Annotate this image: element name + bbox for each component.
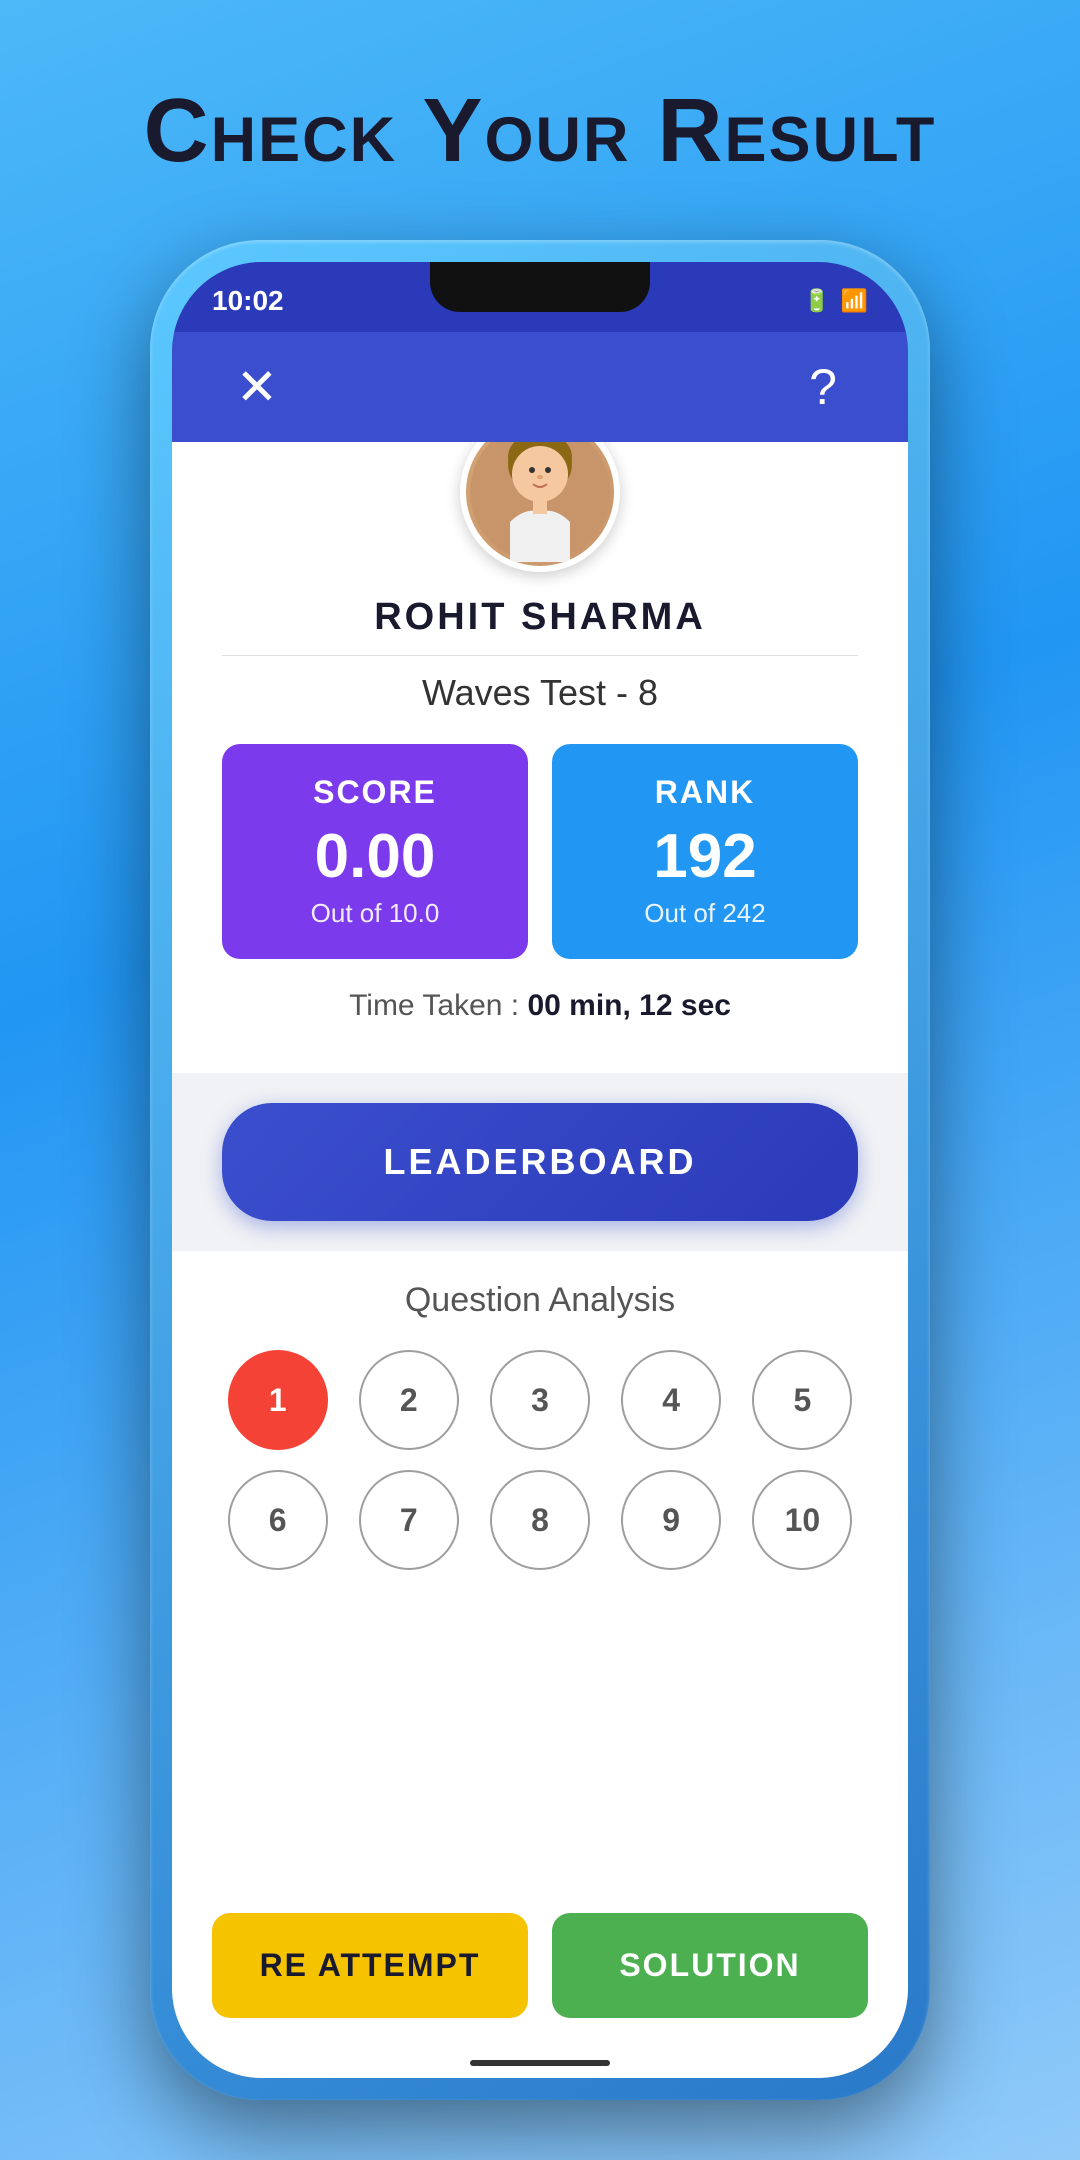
wifi-icon: 📶 bbox=[841, 288, 868, 314]
analysis-title: Question Analysis bbox=[222, 1281, 858, 1320]
score-label: SCORE bbox=[313, 774, 437, 811]
question-bubble-4[interactable]: 4 bbox=[621, 1350, 721, 1450]
question-bubble-10[interactable]: 10 bbox=[752, 1470, 852, 1570]
phone-inner: 10:02 🔋 📶 ✕ ? bbox=[172, 262, 908, 2078]
avatar bbox=[460, 442, 620, 572]
stats-row: SCORE 0.00 Out of 10.0 RANK 192 Out of 2… bbox=[222, 744, 858, 959]
rank-sub: Out of 242 bbox=[644, 898, 765, 929]
status-icons: 🔋 📶 bbox=[803, 288, 868, 314]
question-bubble-7[interactable]: 7 bbox=[359, 1470, 459, 1570]
phone-mockup: 10:02 🔋 📶 ✕ ? bbox=[150, 240, 930, 2100]
score-value: 0.00 bbox=[315, 821, 436, 892]
user-name: ROHIT SHARMA bbox=[222, 596, 858, 639]
phone-notch bbox=[430, 262, 650, 312]
question-bubble-2[interactable]: 2 bbox=[359, 1350, 459, 1450]
question-bubble-5[interactable]: 5 bbox=[752, 1350, 852, 1450]
solution-button[interactable]: SOLUTION bbox=[552, 1913, 868, 2018]
home-bar bbox=[172, 2048, 908, 2078]
divider bbox=[222, 655, 858, 656]
scroll-content: ROHIT SHARMA Waves Test - 8 SCORE 0.00 O… bbox=[172, 442, 908, 2078]
leaderboard-section: LEADERBOARD bbox=[172, 1073, 908, 1251]
rank-label: RANK bbox=[655, 774, 755, 811]
question-bubble-6[interactable]: 6 bbox=[228, 1470, 328, 1570]
questions-grid-row2: 6 7 8 9 10 bbox=[222, 1470, 858, 1570]
question-bubble-9[interactable]: 9 bbox=[621, 1470, 721, 1570]
nav-bar: ✕ ? bbox=[172, 332, 908, 442]
reattempt-button[interactable]: RE ATTEMPT bbox=[212, 1913, 528, 2018]
analysis-section: Question Analysis 1 2 3 4 5 6 7 8 9 10 bbox=[172, 1251, 908, 1889]
leaderboard-button[interactable]: LEADERBOARD bbox=[222, 1103, 858, 1221]
score-box: SCORE 0.00 Out of 10.0 bbox=[222, 744, 528, 959]
time-taken-value: 00 min, 12 sec bbox=[527, 989, 730, 1022]
result-card: ROHIT SHARMA Waves Test - 8 SCORE 0.00 O… bbox=[172, 442, 908, 1073]
question-bubble-3[interactable]: 3 bbox=[490, 1350, 590, 1450]
home-indicator bbox=[470, 2060, 610, 2066]
score-sub: Out of 10.0 bbox=[311, 898, 440, 929]
battery-icon: 🔋 bbox=[803, 288, 830, 314]
time-taken-label: Time Taken : bbox=[349, 989, 527, 1022]
close-button[interactable]: ✕ bbox=[222, 352, 292, 422]
bottom-buttons: RE ATTEMPT SOLUTION bbox=[172, 1889, 908, 2048]
page-title: Check Your Result bbox=[0, 0, 1080, 183]
questions-grid-row1: 1 2 3 4 5 bbox=[222, 1350, 858, 1450]
phone-outer: 10:02 🔋 📶 ✕ ? bbox=[150, 240, 930, 2100]
rank-value: 192 bbox=[653, 821, 756, 892]
question-bubble-8[interactable]: 8 bbox=[490, 1470, 590, 1570]
avatar-container bbox=[222, 442, 858, 572]
question-bubble-1[interactable]: 1 bbox=[228, 1350, 328, 1450]
rank-box: RANK 192 Out of 242 bbox=[552, 744, 858, 959]
test-name: Waves Test - 8 bbox=[222, 672, 858, 714]
help-button[interactable]: ? bbox=[788, 352, 858, 422]
status-time: 10:02 bbox=[212, 285, 284, 317]
time-taken: Time Taken : 00 min, 12 sec bbox=[222, 989, 858, 1023]
